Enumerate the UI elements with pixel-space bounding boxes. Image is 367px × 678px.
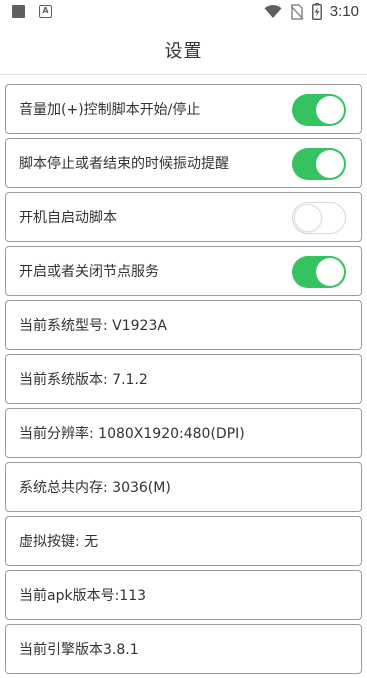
status-left-icons: A xyxy=(12,5,52,18)
vibrate-alert-toggle[interactable] xyxy=(292,148,346,180)
volume-control-toggle[interactable] xyxy=(292,94,346,126)
status-bar: A 3:10 xyxy=(0,0,367,25)
info-label: 当前apk版本号:113 xyxy=(19,588,147,604)
info-resolution: 当前分辨率: 1080X1920:480(DPI) xyxy=(5,408,362,458)
autostart-toggle[interactable] xyxy=(292,202,346,234)
setting-label: 开机自启动脚本 xyxy=(19,210,117,226)
toggle-knob xyxy=(294,204,322,232)
setting-label: 开启或者关闭节点服务 xyxy=(19,264,159,280)
title-bar: 设置 xyxy=(0,25,367,75)
battery-charging-icon xyxy=(311,3,322,20)
setting-autostart[interactable]: 开机自启动脚本 xyxy=(5,192,362,242)
info-label: 当前引擎版本3.8.1 xyxy=(19,642,139,658)
info-virtual-keys: 虚拟按键: 无 xyxy=(5,516,362,566)
setting-node-service[interactable]: 开启或者关闭节点服务 xyxy=(5,246,362,296)
setting-vibrate-alert[interactable]: 脚本停止或者结束的时候振动提醒 xyxy=(5,138,362,188)
notification-square-icon xyxy=(12,5,25,18)
settings-list: 音量加(+)控制脚本开始/停止 脚本停止或者结束的时候振动提醒 开机自启动脚本 … xyxy=(5,84,362,678)
toggle-knob xyxy=(316,258,344,286)
info-engine-version: 当前引擎版本3.8.1 xyxy=(5,624,362,674)
info-apk-version: 当前apk版本号:113 xyxy=(5,570,362,620)
app-a-icon: A xyxy=(39,5,52,18)
toggle-knob xyxy=(316,96,344,124)
setting-label: 脚本停止或者结束的时候振动提醒 xyxy=(19,156,229,172)
info-label: 系统总共内存: 3036(M) xyxy=(19,480,171,496)
info-label: 当前系统版本: 7.1.2 xyxy=(19,372,148,388)
setting-volume-control[interactable]: 音量加(+)控制脚本开始/停止 xyxy=(5,84,362,134)
setting-label: 音量加(+)控制脚本开始/停止 xyxy=(19,102,201,118)
wifi-icon xyxy=(264,4,282,18)
status-right-icons: 3:10 xyxy=(264,3,359,20)
no-sim-icon xyxy=(290,3,304,20)
toggle-knob xyxy=(316,150,344,178)
info-system-version: 当前系统版本: 7.1.2 xyxy=(5,354,362,404)
info-label: 当前分辨率: 1080X1920:480(DPI) xyxy=(19,426,245,442)
status-time: 3:10 xyxy=(329,3,359,20)
info-total-memory: 系统总共内存: 3036(M) xyxy=(5,462,362,512)
page-title: 设置 xyxy=(164,40,203,62)
info-label: 虚拟按键: 无 xyxy=(19,534,99,550)
info-system-model: 当前系统型号: V1923A xyxy=(5,300,362,350)
node-service-toggle[interactable] xyxy=(292,256,346,288)
info-label: 当前系统型号: V1923A xyxy=(19,318,167,334)
